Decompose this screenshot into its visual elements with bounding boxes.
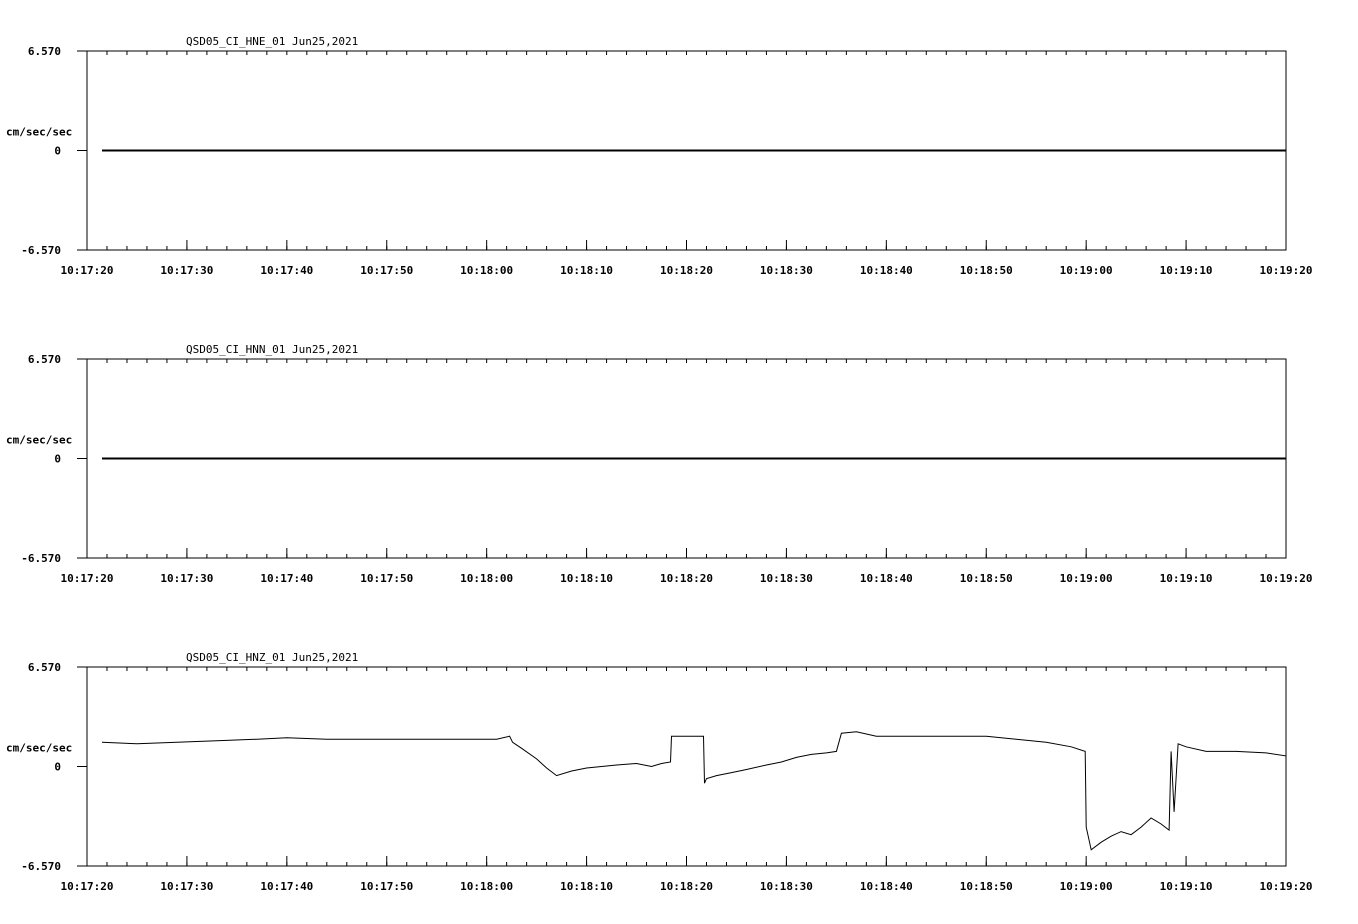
x-tick-label: 10:17:50 bbox=[360, 264, 413, 277]
x-tick-label: 10:19:10 bbox=[1160, 880, 1213, 893]
x-tick-label: 10:17:50 bbox=[360, 880, 413, 893]
chart-title: QSD05_CI_HNE_01 Jun25,2021 bbox=[186, 35, 358, 48]
x-tick-label: 10:19:10 bbox=[1160, 572, 1213, 585]
x-tick-label: 10:19:10 bbox=[1160, 264, 1213, 277]
x-tick-label: 10:18:00 bbox=[460, 880, 513, 893]
chart-title: QSD05_CI_HNN_01 Jun25,2021 bbox=[186, 343, 358, 356]
y-tick-label-bottom: -6.570 bbox=[21, 244, 61, 257]
x-tick-label: 10:18:50 bbox=[960, 264, 1013, 277]
x-tick-label: 10:18:00 bbox=[460, 572, 513, 585]
x-tick-label: 10:17:30 bbox=[160, 264, 213, 277]
x-tick-label: 10:17:40 bbox=[260, 572, 313, 585]
x-tick-label: 10:18:40 bbox=[860, 264, 913, 277]
plot-frame bbox=[86, 666, 1287, 867]
x-tick-label: 10:19:00 bbox=[1060, 264, 1113, 277]
y-tick-label-bottom: -6.570 bbox=[21, 860, 61, 873]
x-tick-label: 10:19:20 bbox=[1260, 880, 1313, 893]
x-tick-label: 10:17:40 bbox=[260, 264, 313, 277]
chart-panel-2: QSD05_CI_HNN_01 Jun25,2021 6.570 0 -6.570 cm… bbox=[6, 343, 1312, 585]
y-tick-label-zero: 0 bbox=[54, 761, 61, 774]
x-tick-label: 10:17:40 bbox=[260, 880, 313, 893]
y-axis-label: cm/sec/sec bbox=[6, 434, 72, 447]
chart-panel-3: QSD05_CI_HNZ_01 Jun25,2021 6.570 0 -6.570 cm… bbox=[6, 651, 1312, 893]
y-tick-label-bottom: -6.570 bbox=[21, 552, 61, 565]
x-tick-label: 10:19:20 bbox=[1260, 572, 1313, 585]
y-tick-label-zero: 0 bbox=[54, 145, 61, 158]
y-tick-label-top: 6.570 bbox=[28, 353, 61, 366]
x-tick-label: 10:18:50 bbox=[960, 880, 1013, 893]
x-tick-label: 10:18:20 bbox=[660, 572, 713, 585]
x-tick-label: 10:17:20 bbox=[61, 264, 114, 277]
y-tick-label-top: 6.570 bbox=[28, 45, 61, 58]
x-tick-label: 10:18:40 bbox=[860, 572, 913, 585]
y-axis-label: cm/sec/sec bbox=[6, 126, 72, 139]
seismogram-figure: QSD05_CI_HNE_01 Jun25,2021 6.570 0 -6.570 cm… bbox=[6, 35, 1312, 893]
x-tick-label: 10:18:10 bbox=[560, 572, 613, 585]
x-tick-label: 10:18:00 bbox=[460, 264, 513, 277]
series-line bbox=[101, 731, 1287, 851]
x-tick-label: 10:18:30 bbox=[760, 572, 813, 585]
y-tick-label-zero: 0 bbox=[54, 453, 61, 466]
y-axis-label: cm/sec/sec bbox=[6, 742, 72, 755]
x-tick-label: 10:19:00 bbox=[1060, 572, 1113, 585]
y-tick-label-top: 6.570 bbox=[28, 661, 61, 674]
x-tick-label: 10:19:00 bbox=[1060, 880, 1113, 893]
x-tick-label: 10:17:20 bbox=[61, 572, 114, 585]
x-tick-label: 10:18:10 bbox=[560, 880, 613, 893]
chart-panel-1: QSD05_CI_HNE_01 Jun25,2021 6.570 0 -6.570 cm… bbox=[6, 35, 1312, 277]
x-tick-label: 10:17:30 bbox=[160, 880, 213, 893]
x-tick-label: 10:18:20 bbox=[660, 264, 713, 277]
x-tick-label: 10:18:20 bbox=[660, 880, 713, 893]
chart-title: QSD05_CI_HNZ_01 Jun25,2021 bbox=[186, 651, 358, 664]
x-tick-label: 10:18:30 bbox=[760, 264, 813, 277]
x-tick-label: 10:18:40 bbox=[860, 880, 913, 893]
x-tick-label: 10:18:30 bbox=[760, 880, 813, 893]
x-tick-label: 10:17:50 bbox=[360, 572, 413, 585]
x-tick-label: 10:19:20 bbox=[1260, 264, 1313, 277]
x-tick-label: 10:17:30 bbox=[160, 572, 213, 585]
x-tick-label: 10:18:50 bbox=[960, 572, 1013, 585]
x-tick-label: 10:18:10 bbox=[560, 264, 613, 277]
x-tick-label: 10:17:20 bbox=[61, 880, 114, 893]
